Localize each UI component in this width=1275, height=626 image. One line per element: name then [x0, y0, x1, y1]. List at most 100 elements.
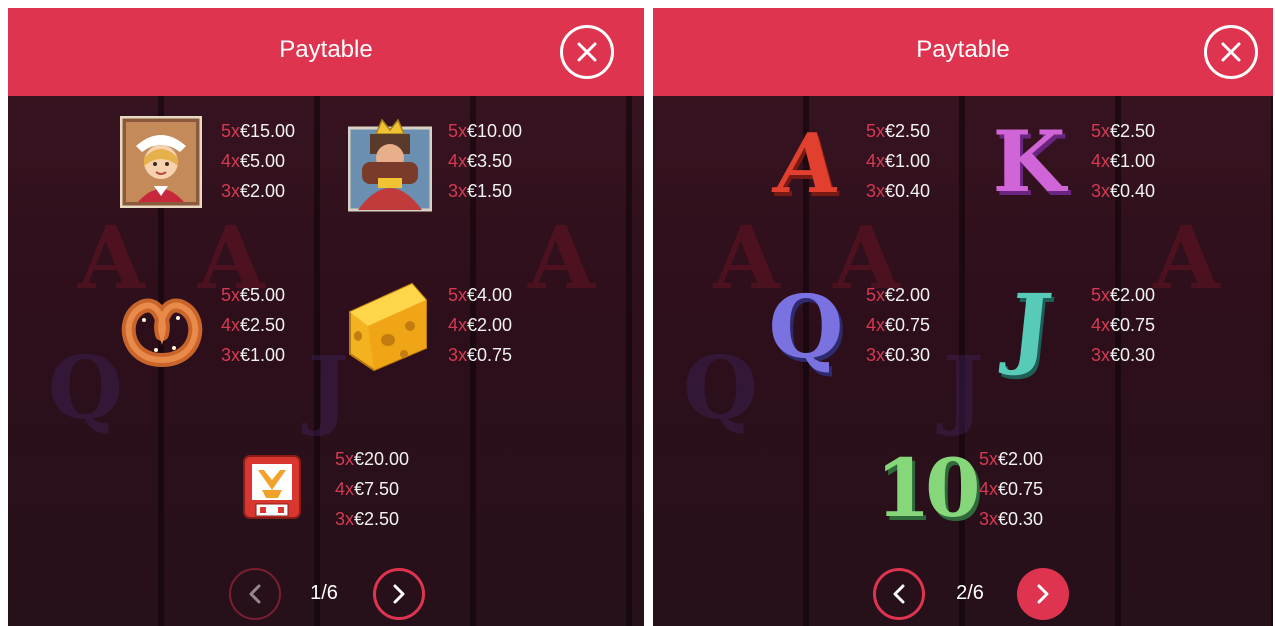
payout-row: 4x€0.75 [1091, 310, 1155, 340]
payout-amount: €1.00 [885, 151, 931, 171]
multiplier-label: 3x [335, 509, 355, 529]
payout-amount: €0.30 [998, 509, 1044, 529]
payout-row: 3x€0.30 [1091, 340, 1155, 370]
payout-amount: €2.00 [467, 315, 513, 335]
payout-row: 4x€3.50 [448, 146, 522, 176]
payout-amount: €1.00 [1110, 151, 1156, 171]
multiplier-label: 3x [866, 181, 886, 201]
pretzel-icon [116, 290, 208, 370]
payout-amount: €0.75 [467, 345, 513, 365]
payout-row: 5x€4.00 [448, 280, 512, 310]
payout-row: 5x€2.50 [1091, 116, 1155, 146]
previous-page-button[interactable] [229, 568, 281, 620]
payout-row: 3x€0.30 [979, 504, 1043, 534]
payout-amount: €2.50 [1110, 121, 1156, 141]
paytable-panel-page-1: A A A Q J Paytable 5x€15.00 4x€5.00 3x€2… [8, 8, 644, 626]
multiplier-label: 4x [1091, 315, 1111, 335]
close-icon [577, 42, 597, 62]
payout-list: 5x€2.50 4x€1.00 3x€0.40 [1091, 116, 1155, 206]
multiplier-label: 5x [221, 121, 241, 141]
multiplier-label: 3x [979, 509, 999, 529]
payout-row: 3x€2.50 [335, 504, 409, 534]
payout-amount: €2.50 [354, 509, 400, 529]
multiplier-label: 3x [448, 181, 468, 201]
payout-row: 5x€20.00 [335, 444, 409, 474]
page-title: Paytable [916, 36, 1010, 63]
multiplier-label: 5x [221, 285, 241, 305]
payout-row: 4x€5.00 [221, 146, 295, 176]
letter-a-icon: A [769, 116, 847, 212]
payout-row: 4x€1.00 [1091, 146, 1155, 176]
previous-page-button[interactable] [873, 568, 925, 620]
letter-j-icon: J [1004, 274, 1058, 378]
paytable-panel-page-2: A A A Q J Paytable A 5x€2.50 4x€1.00 3x€… [653, 8, 1273, 626]
payout-amount: €7.50 [354, 479, 400, 499]
multiplier-label: 4x [335, 479, 355, 499]
payout-row: 4x€0.75 [979, 474, 1043, 504]
payout-row: 4x€1.00 [866, 146, 930, 176]
page-navigation: 2/6 [873, 568, 1073, 620]
payout-amount: €2.00 [885, 285, 931, 305]
payout-row: 3x€1.50 [448, 176, 522, 206]
payout-amount: €2.00 [1110, 285, 1156, 305]
payout-amount: €5.00 [240, 285, 286, 305]
payout-list: 5x€2.50 4x€1.00 3x€0.40 [866, 116, 930, 206]
waitress-portrait-icon [120, 116, 202, 208]
close-button[interactable] [560, 25, 614, 79]
multiplier-label: 4x [448, 151, 468, 171]
payout-amount: €0.30 [885, 345, 931, 365]
payout-row: 3x€2.00 [221, 176, 295, 206]
multiplier-label: 3x [221, 181, 241, 201]
chevron-right-icon [1037, 584, 1049, 604]
payout-list: 5x€2.00 4x€0.75 3x€0.30 [1091, 280, 1155, 370]
payout-row: 5x€2.50 [866, 116, 930, 146]
payout-amount: €1.50 [467, 181, 513, 201]
paytable-header: Paytable [8, 8, 644, 96]
payout-list: 5x€15.00 4x€5.00 3x€2.00 [221, 116, 295, 206]
multiplier-label: 3x [221, 345, 241, 365]
close-icon [1221, 42, 1241, 62]
multiplier-label: 5x [335, 449, 355, 469]
payout-amount: €4.00 [467, 285, 513, 305]
payout-list: 5x€4.00 4x€2.00 3x€0.75 [448, 280, 512, 370]
number-10-icon: 10 [875, 441, 980, 535]
multiplier-label: 5x [1091, 121, 1111, 141]
multiplier-label: 3x [448, 345, 468, 365]
payout-amount: €2.00 [998, 449, 1044, 469]
payout-list: 5x€20.00 4x€7.50 3x€2.50 [335, 444, 409, 534]
king-portrait-icon [348, 116, 432, 212]
multiplier-label: 5x [866, 121, 886, 141]
next-page-button[interactable] [373, 568, 425, 620]
letter-k-icon: K [992, 112, 1066, 211]
multiplier-label: 5x [448, 121, 468, 141]
payout-row: 4x€2.00 [448, 310, 512, 340]
payout-row: 5x€10.00 [448, 116, 522, 146]
beer-crest-icon [240, 450, 304, 526]
close-button[interactable] [1204, 25, 1258, 79]
payout-amount: €10.00 [467, 121, 523, 141]
page-navigation: 1/6 [229, 568, 429, 620]
multiplier-label: 4x [1091, 151, 1111, 171]
payout-amount: €0.75 [998, 479, 1044, 499]
multiplier-label: 3x [866, 345, 886, 365]
multiplier-label: 4x [221, 315, 241, 335]
payout-list: 5x€2.00 4x€0.75 3x€0.30 [866, 280, 930, 370]
cheese-icon [342, 278, 432, 374]
chevron-left-icon [249, 584, 261, 604]
payout-row: 4x€0.75 [866, 310, 930, 340]
next-page-button[interactable] [1017, 568, 1069, 620]
payout-amount: €0.75 [885, 315, 931, 335]
letter-q-icon: Q [768, 277, 844, 378]
background-reel-symbol: Q [48, 338, 123, 439]
payout-row: 4x€7.50 [335, 474, 409, 504]
payout-row: 3x€0.75 [448, 340, 512, 370]
background-reel-symbol: A [1153, 208, 1220, 309]
payout-list: 5x€5.00 4x€2.50 3x€1.00 [221, 280, 285, 370]
payout-amount: €1.00 [240, 345, 286, 365]
payout-amount: €20.00 [354, 449, 410, 469]
paytable-header: Paytable [653, 8, 1273, 96]
multiplier-label: 5x [866, 285, 886, 305]
payout-amount: €0.40 [1110, 181, 1156, 201]
payout-amount: €5.00 [240, 151, 286, 171]
multiplier-label: 5x [1091, 285, 1111, 305]
